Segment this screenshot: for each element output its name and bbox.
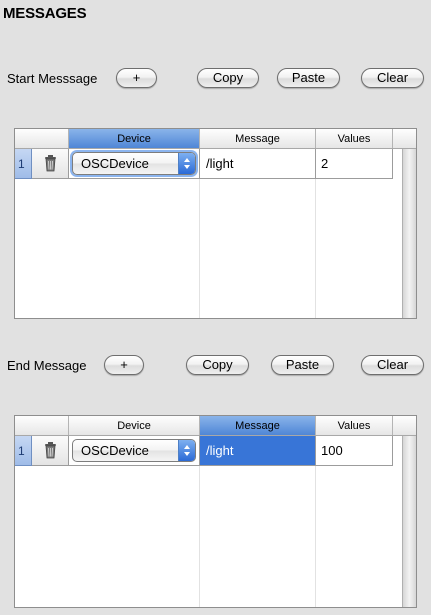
end-message-label: End Message (7, 358, 87, 373)
column-header-message[interactable]: Message (200, 416, 316, 435)
messages-title: MESSAGES (3, 5, 87, 22)
column-divider (199, 466, 200, 607)
vertical-scrollbar[interactable] (402, 149, 416, 318)
message-cell[interactable]: /light (200, 436, 316, 466)
column-header-device[interactable]: Device (69, 129, 200, 148)
device-cell: OSCDevice (69, 149, 200, 179)
vertical-scrollbar[interactable] (402, 436, 416, 607)
end-add-button[interactable]: + (104, 355, 144, 375)
popup-arrows-icon (178, 440, 195, 461)
end-copy-button[interactable]: Copy (186, 355, 249, 375)
table-row[interactable]: 1 OSCDevice (15, 149, 416, 179)
trash-icon (32, 442, 69, 470)
start-message-table: Device Message Values 1 OSCDevice /light… (14, 128, 417, 319)
table-row[interactable]: 1 OSCDevice (15, 436, 416, 466)
device-popup-value: OSCDevice (81, 156, 149, 171)
column-header-values[interactable]: Values (316, 129, 393, 148)
column-divider (199, 179, 200, 318)
delete-row-button[interactable] (32, 436, 69, 466)
end-paste-button[interactable]: Paste (271, 355, 334, 375)
trash-icon (32, 155, 69, 183)
device-cell: OSCDevice (69, 436, 200, 466)
popup-arrows-icon (178, 153, 195, 174)
column-header-message[interactable]: Message (200, 129, 316, 148)
start-add-button[interactable]: + (116, 68, 157, 88)
start-clear-button[interactable]: Clear (361, 68, 424, 88)
end-message-table: Device Message Values 1 OSCDevice /light… (14, 415, 417, 608)
table-header: Device Message Values (15, 416, 416, 436)
message-cell[interactable]: /light (200, 149, 316, 179)
header-blank (15, 129, 69, 148)
device-popup[interactable]: OSCDevice (72, 152, 196, 175)
row-number: 1 (15, 436, 32, 466)
delete-row-button[interactable] (32, 149, 69, 179)
start-paste-button[interactable]: Paste (277, 68, 340, 88)
column-header-device[interactable]: Device (69, 416, 200, 435)
column-divider (315, 179, 316, 318)
values-cell[interactable]: 100 (316, 436, 393, 466)
header-blank (15, 416, 69, 435)
values-cell[interactable]: 2 (316, 149, 393, 179)
table-header: Device Message Values (15, 129, 416, 149)
device-popup-value: OSCDevice (81, 443, 149, 458)
column-header-values[interactable]: Values (316, 416, 393, 435)
start-copy-button[interactable]: Copy (197, 68, 259, 88)
device-popup[interactable]: OSCDevice (72, 439, 196, 462)
end-clear-button[interactable]: Clear (361, 355, 424, 375)
start-message-label: Start Messsage (7, 71, 98, 86)
row-number: 1 (15, 149, 32, 179)
column-divider (315, 466, 316, 607)
